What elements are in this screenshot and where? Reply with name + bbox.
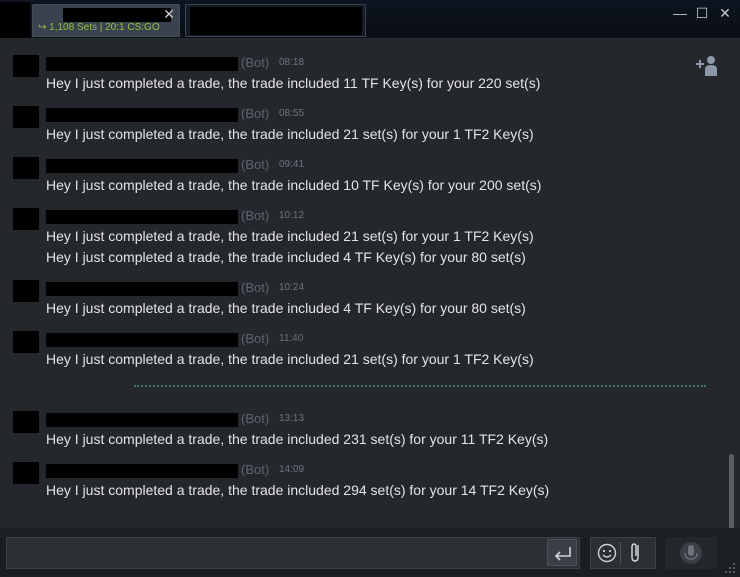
message-timestamp: 08:18	[279, 57, 305, 68]
message-text: Hey I just completed a trade, the trade …	[46, 431, 549, 447]
sender-avatar[interactable]	[13, 331, 39, 353]
tab-status-text: ↪ 1,108 Sets | 20:1 CS:GO	[38, 22, 160, 33]
voice-chat-button[interactable]	[665, 537, 717, 569]
sender-name-redacted[interactable]	[46, 282, 238, 296]
sender-avatar[interactable]	[13, 208, 39, 230]
unread-divider	[134, 385, 706, 387]
message-text: Hey I just completed a trade, the trade …	[46, 126, 534, 142]
chat-message: (Bot) 13:13 Hey I just completed a trade…	[0, 411, 720, 453]
bot-label: (Bot)	[241, 411, 270, 426]
message-text: Hey I just completed a trade, the trade …	[46, 482, 550, 498]
friend-avatar[interactable]	[0, 2, 30, 38]
sender-avatar[interactable]	[13, 106, 39, 128]
sender-name-redacted[interactable]	[46, 210, 238, 224]
sender-avatar[interactable]	[13, 55, 39, 77]
message-text: Hey I just completed a trade, the trade …	[46, 228, 534, 244]
message-input-area	[0, 528, 740, 577]
bot-label: (Bot)	[241, 331, 270, 346]
close-window-icon[interactable]: ✕	[717, 6, 733, 20]
chat-message: (Bot) 14:09 Hey I just completed a trade…	[0, 462, 720, 504]
bot-label: (Bot)	[241, 208, 270, 223]
message-text: Hey I just completed a trade, the trade …	[46, 75, 541, 91]
sender-name-redacted[interactable]	[46, 464, 238, 478]
resize-grip-icon[interactable]	[724, 562, 736, 574]
message-text: Hey I just completed a trade, the trade …	[46, 300, 526, 316]
chat-tab-inactive[interactable]	[185, 4, 366, 37]
paperclip-icon	[631, 543, 639, 562]
message-text: Hey I just completed a trade, the trade …	[46, 249, 526, 265]
bot-label: (Bot)	[241, 106, 270, 121]
sender-avatar[interactable]	[13, 280, 39, 302]
message-input[interactable]	[6, 537, 580, 569]
sender-name-redacted[interactable]	[46, 159, 238, 173]
message-timestamp: 08:55	[279, 108, 305, 119]
sender-avatar[interactable]	[13, 462, 39, 484]
sender-avatar[interactable]	[13, 157, 39, 179]
message-text: Hey I just completed a trade, the trade …	[46, 351, 534, 367]
smiley-icon	[597, 543, 617, 563]
chat-message: (Bot) 08:18 Hey I just completed a trade…	[0, 55, 720, 97]
chat-message: (Bot) 10:12 Hey I just completed a trade…	[0, 208, 720, 270]
message-timestamp: 09:41	[279, 159, 305, 170]
chat-message: (Bot) 09:41 Hey I just completed a trade…	[0, 157, 720, 199]
chat-scrollbar[interactable]	[729, 454, 734, 530]
chat-tab-active[interactable]: ↪ 1,108 Sets | 20:1 CS:GO ✕	[32, 4, 180, 37]
message-timestamp: 13:13	[279, 413, 305, 424]
microphone-icon	[680, 542, 702, 564]
emoticon-button[interactable]	[597, 543, 617, 563]
maximize-icon[interactable]: ☐	[694, 6, 710, 20]
sender-name-redacted[interactable]	[46, 413, 238, 427]
send-button[interactable]	[547, 539, 577, 566]
bot-label: (Bot)	[241, 55, 270, 70]
sender-avatar[interactable]	[13, 411, 39, 433]
attach-button[interactable]	[624, 541, 648, 565]
bot-label: (Bot)	[241, 157, 270, 172]
sender-name-redacted[interactable]	[46, 333, 238, 347]
message-text: Hey I just completed a trade, the trade …	[46, 177, 542, 193]
bot-label: (Bot)	[241, 462, 270, 477]
message-timestamp: 10:24	[279, 282, 305, 293]
enter-icon	[554, 547, 571, 561]
chat-message: (Bot) 11:40 Hey I just completed a trade…	[0, 331, 720, 373]
chat-message: (Bot) 10:24 Hey I just completed a trade…	[0, 280, 720, 322]
title-bar: ↪ 1,108 Sets | 20:1 CS:GO ✕ — ☐ ✕	[0, 0, 740, 38]
tab-name-redacted	[190, 7, 362, 35]
chat-log[interactable]: (Bot) 08:18 Hey I just completed a trade…	[0, 38, 740, 530]
sender-name-redacted[interactable]	[46, 108, 238, 122]
tool-divider	[620, 542, 621, 564]
chat-tools	[590, 537, 656, 569]
message-timestamp: 14:09	[279, 464, 305, 475]
bot-label: (Bot)	[241, 280, 270, 295]
message-timestamp: 11:40	[279, 333, 304, 344]
chat-message: (Bot) 08:55 Hey I just completed a trade…	[0, 106, 720, 148]
close-tab-icon[interactable]: ✕	[163, 7, 175, 21]
minimize-icon[interactable]: —	[672, 6, 688, 20]
tab-friend-name-redacted	[63, 8, 171, 22]
message-timestamp: 10:12	[279, 210, 305, 221]
sender-name-redacted[interactable]	[46, 57, 238, 71]
